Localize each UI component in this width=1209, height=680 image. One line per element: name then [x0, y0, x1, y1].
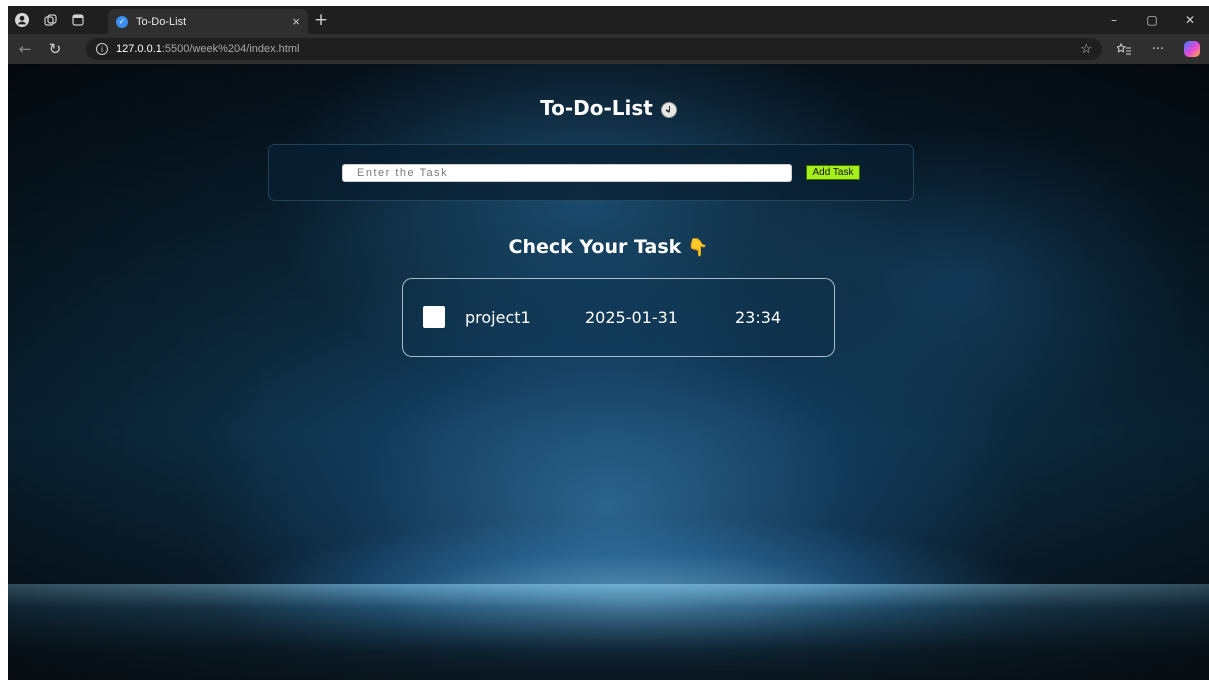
task-list: project1 2025-01-31 23:34	[402, 278, 835, 357]
active-tab[interactable]: ✓ To-Do-List ×	[108, 9, 308, 34]
section-title-text: Check Your Task	[508, 236, 682, 258]
site-info-icon[interactable]: i	[96, 43, 108, 55]
new-tab-icon[interactable]: +	[310, 9, 332, 31]
favorite-star-icon[interactable]: ☆	[1080, 41, 1092, 57]
toolbar-right: ···	[1107, 34, 1209, 64]
page-title: To-Do-List	[8, 96, 1209, 120]
back-icon[interactable]: ←	[12, 36, 38, 62]
url-path: :5500/week%204/index.html	[161, 43, 300, 55]
more-menu-icon[interactable]: ···	[1141, 34, 1175, 64]
tab-close-icon[interactable]: ×	[292, 14, 300, 29]
tab-title: To-Do-List	[136, 15, 187, 28]
browser-window: ✓ To-Do-List × + – ▢ ✕ ← ↻ i 127.0.0.1 :…	[8, 6, 1209, 680]
copilot-icon[interactable]	[1184, 41, 1200, 57]
task-checkbox[interactable]	[423, 306, 445, 328]
workspaces-icon[interactable]	[36, 6, 64, 34]
task-input[interactable]	[342, 164, 792, 182]
task-item: project1 2025-01-31 23:34	[423, 305, 795, 329]
window-controls: – ▢ ✕	[1095, 6, 1209, 34]
tab-actions-icon[interactable]	[64, 6, 92, 34]
profile-icon[interactable]	[8, 6, 36, 34]
close-window-icon[interactable]: ✕	[1171, 6, 1209, 34]
task-date: 2025-01-31	[585, 307, 678, 327]
clock-icon	[660, 101, 677, 118]
section-title: Check Your Task 👇	[8, 236, 1209, 258]
address-bar[interactable]: i 127.0.0.1 :5500/week%204/index.html ☆	[86, 38, 1102, 60]
page-viewport: To-Do-List Add Task Check Your Task👇 pro…	[8, 64, 1209, 680]
restore-icon[interactable]: ▢	[1133, 6, 1171, 34]
tab-favicon-icon: ✓	[116, 15, 128, 28]
task-input-panel: Add Task	[268, 144, 914, 201]
task-name: project1	[465, 307, 531, 327]
add-task-button[interactable]: Add Task	[806, 165, 860, 180]
task-time: 23:34	[735, 307, 782, 327]
pointing-down-hand-icon: 👇	[687, 238, 709, 258]
url-host: 127.0.0.1	[116, 43, 162, 55]
collections-icon[interactable]	[1107, 34, 1141, 64]
reload-icon[interactable]: ↻	[42, 36, 68, 62]
browser-toolbar: ← ↻ i 127.0.0.1 :5500/week%204/index.htm…	[8, 34, 1209, 64]
minimize-icon[interactable]: –	[1095, 6, 1133, 34]
page-title-text: To-Do-List	[540, 96, 653, 120]
tab-strip: ✓ To-Do-List × + – ▢ ✕	[8, 6, 1209, 34]
